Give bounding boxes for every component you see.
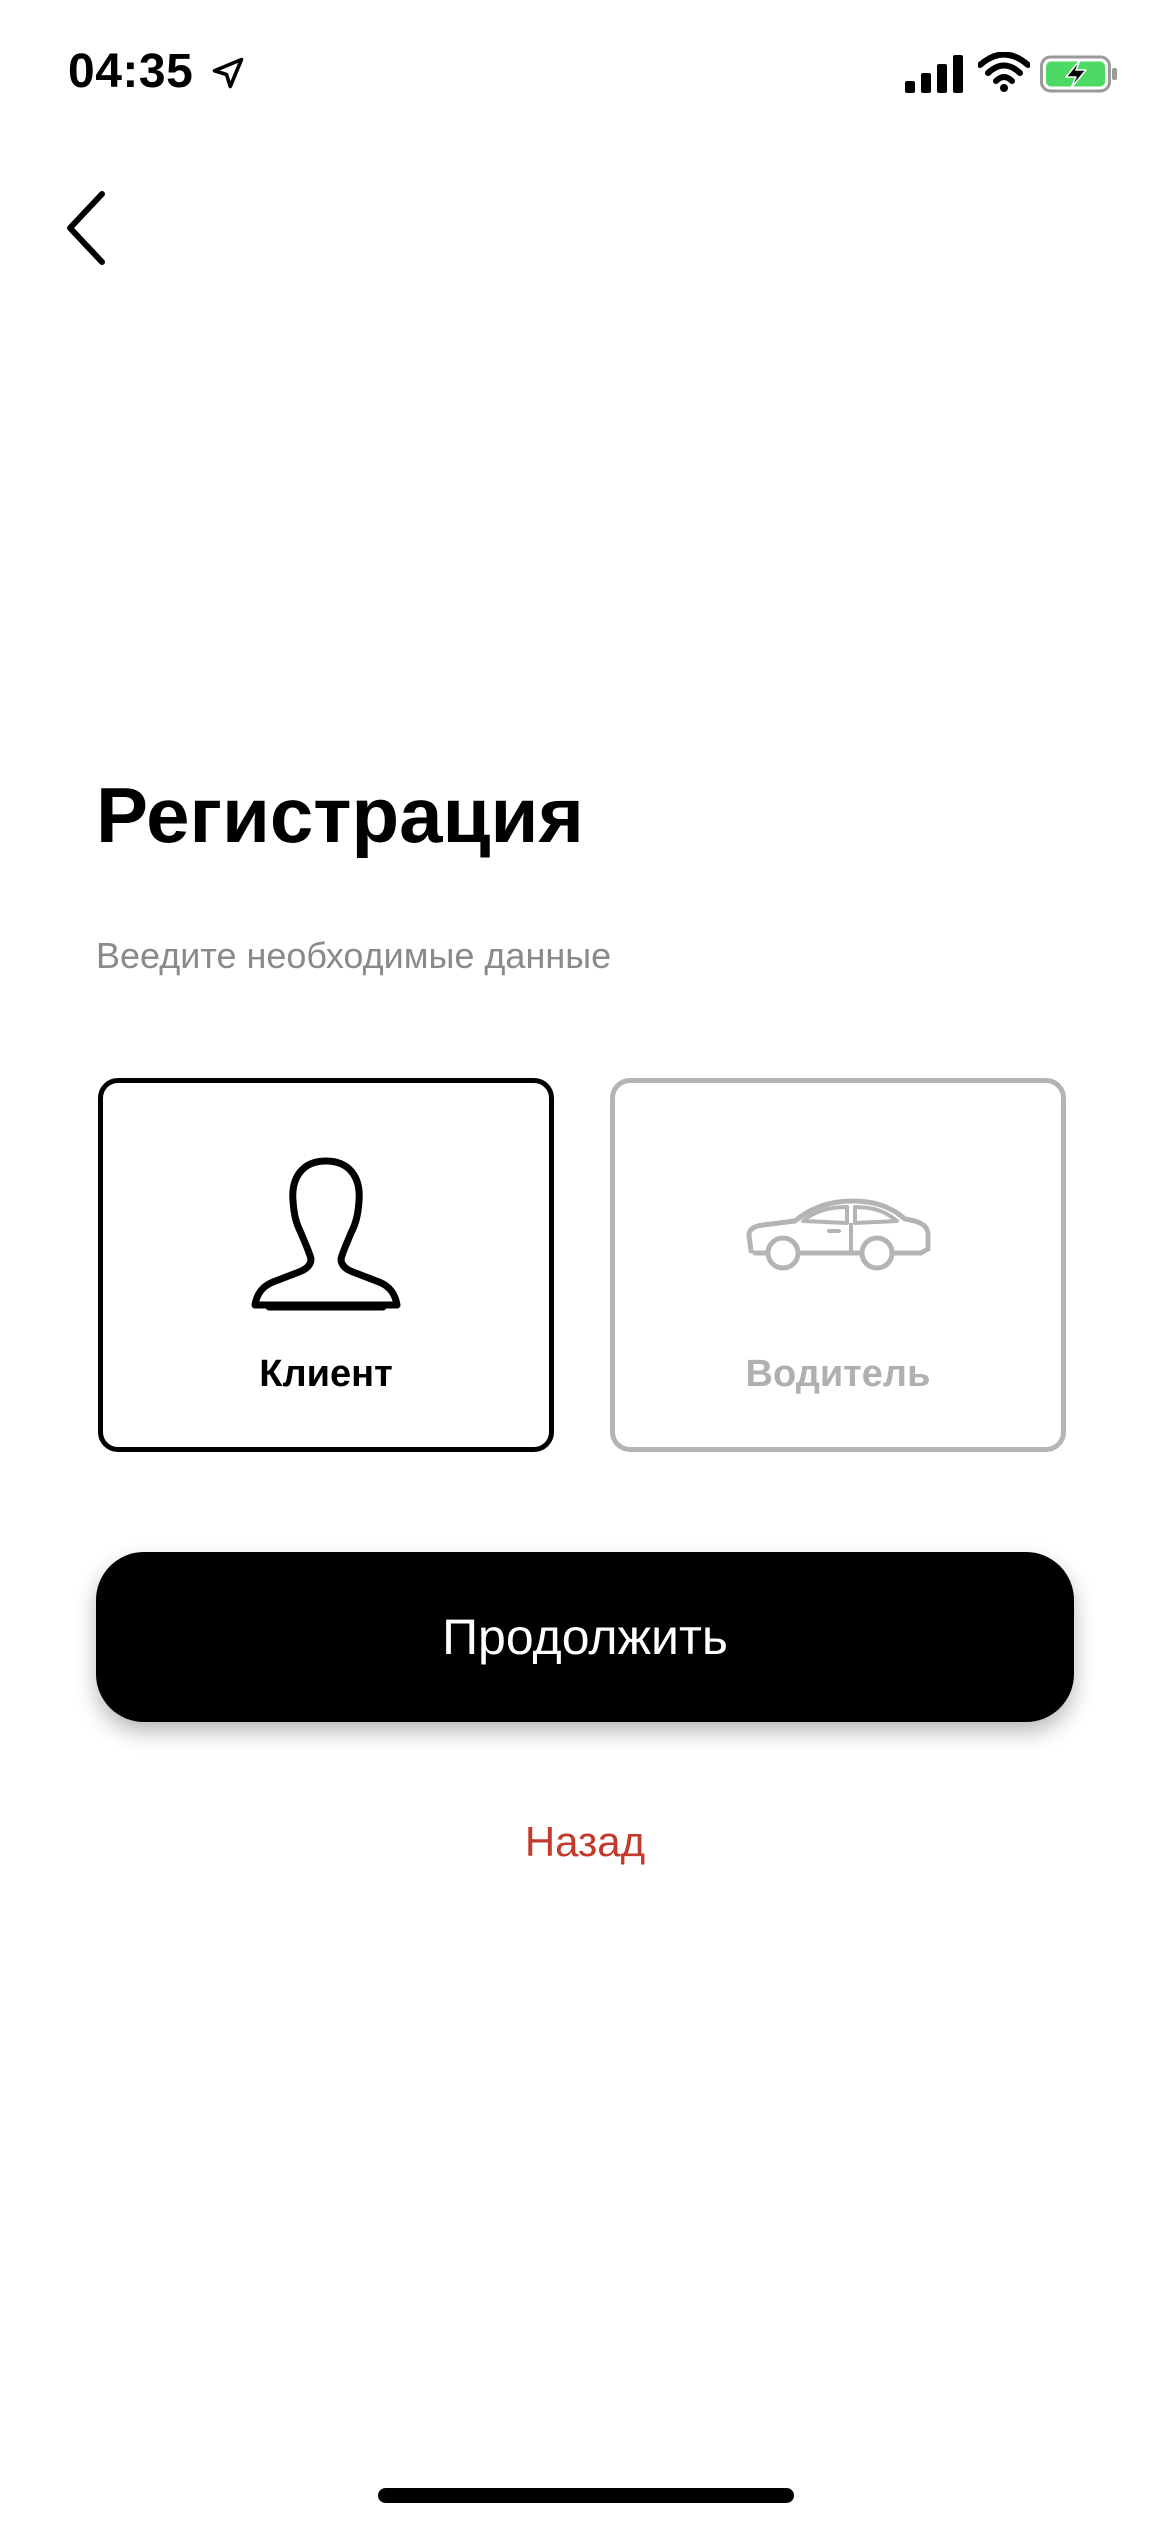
- registration-screen: 04:35 Регистрация Веедите необходимые да…: [0, 0, 1170, 2532]
- status-bar: 04:35: [0, 0, 1170, 150]
- role-card-client[interactable]: Клиент: [98, 1078, 554, 1452]
- location-arrow-icon: [212, 57, 244, 89]
- role-label-client: Клиент: [259, 1353, 393, 1395]
- person-icon: [251, 1157, 401, 1311]
- cellular-signal-icon: [905, 55, 963, 93]
- role-card-driver[interactable]: Водитель: [610, 1078, 1066, 1452]
- wifi-icon: [978, 52, 1030, 92]
- continue-button-label: Продолжить: [442, 1609, 728, 1665]
- home-indicator[interactable]: [378, 2488, 794, 2503]
- status-time: 04:35: [68, 45, 194, 98]
- battery-charging-icon: [1040, 55, 1117, 93]
- chevron-left-icon[interactable]: [60, 188, 110, 268]
- continue-button[interactable]: Продолжить: [96, 1552, 1074, 1722]
- back-link[interactable]: Назад: [0, 1818, 1170, 1866]
- car-icon: [746, 1198, 931, 1271]
- page-subtitle: Веедите необходимые данные: [96, 935, 612, 976]
- page-title: Регистрация: [96, 771, 584, 859]
- role-label-driver: Водитель: [745, 1353, 931, 1395]
